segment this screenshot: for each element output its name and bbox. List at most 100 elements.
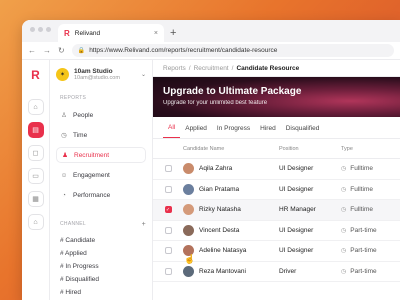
workspace-avatar: ✶ — [56, 68, 69, 81]
add-channel-icon[interactable]: + — [142, 221, 146, 228]
education-icon[interactable]: ⌂ — [27, 214, 44, 230]
page-title: Candidate Resource — [236, 64, 300, 72]
tab-title: Relivand — [74, 29, 101, 37]
candidate-name: Reza Mantovani — [199, 267, 246, 275]
row-checkbox[interactable]: ✓ — [164, 206, 172, 214]
table-row[interactable]: Gian Pratama UI Designer ◷ Fulltime — [153, 180, 400, 200]
row-checkbox-cell — [153, 165, 183, 173]
candidate-type: Fulltime — [350, 185, 374, 193]
candidate-type: Part-time — [350, 247, 377, 255]
candidate-type-cell: ◷ Fulltime — [341, 186, 400, 193]
app-body: R ⌂ ▤ ◻ ▭ ▦ ⌂ ✶ 10am Studio 10am@studio.… — [22, 60, 400, 300]
row-checkbox[interactable] — [164, 226, 172, 234]
channel-item[interactable]: # In Progress — [56, 260, 146, 273]
sidebar-item-recruitment[interactable]: ♟ Recruitment — [56, 147, 146, 163]
tab-applied[interactable]: Applied — [180, 125, 212, 138]
channel-list: # Candidate # Applied # In Progress # Disqu… — [56, 234, 146, 299]
candidate-type: Part-time — [350, 267, 377, 275]
folder-icon[interactable]: ▭ — [27, 168, 44, 184]
home-icon[interactable]: ⌂ — [27, 99, 44, 115]
calendar-icon[interactable]: ▦ — [27, 191, 44, 207]
candidate-name-cell: Adeline Natasya — [183, 245, 279, 257]
url-text: https://www.Relivand.com/reports/recruit… — [89, 47, 278, 54]
tab-all[interactable]: All — [163, 124, 181, 138]
header-candidate-name[interactable]: Candidate Name — [183, 146, 279, 152]
back-arrow-icon[interactable]: ← — [28, 46, 36, 55]
candidate-type-cell: ◷ Part-time — [341, 268, 400, 275]
row-checkbox-cell — [153, 267, 183, 275]
table-header: Candidate Name Position Type — [153, 139, 400, 159]
candidate-name-cell: Reza Mantovani — [183, 265, 279, 277]
sidebar-item-people[interactable]: ♙ People — [56, 107, 146, 123]
avatar — [183, 265, 194, 277]
channel-section-header: CHANNEL + — [60, 221, 146, 228]
reload-icon[interactable]: ↻ — [58, 46, 65, 55]
browser-tabbar: R Relivand × + — [22, 20, 400, 42]
close-window-dot[interactable] — [30, 27, 35, 32]
breadcrumb-separator: / — [231, 64, 234, 72]
clock-icon: ◷ — [341, 166, 347, 173]
row-checkbox[interactable] — [164, 165, 172, 173]
candidate-name: Aqila Zahra — [199, 165, 233, 173]
sidebar-menu: ♙ People ◷ Time ♟ Recruitment ☺ Engagement ◔ Perf… — [56, 107, 146, 203]
sidebar-item-engagement[interactable]: ☺ Engagement — [56, 167, 146, 183]
candidate-position: UI Designer — [279, 185, 314, 193]
candidate-type-cell: ◷ Fulltime — [341, 206, 400, 213]
channel-item[interactable]: # Hired — [56, 286, 146, 299]
workspace-switcher[interactable]: ✶ 10am Studio 10am@studio.com ⌄ — [56, 68, 146, 81]
candidate-type: Fulltime — [350, 206, 374, 214]
brand-logo-icon[interactable]: R — [31, 68, 40, 82]
candidate-type: Fulltime — [350, 165, 374, 173]
clock-icon: ◷ — [341, 186, 347, 193]
sidebar: ✶ 10am Studio 10am@studio.com ⌄ REPORTS … — [50, 60, 153, 300]
sidebar-item-performance[interactable]: ◔ Performance — [56, 187, 146, 203]
tab-close-icon[interactable]: × — [154, 30, 158, 37]
sidebar-item-time[interactable]: ◷ Time — [56, 127, 146, 143]
channel-item[interactable]: # Applied — [56, 247, 146, 260]
row-checkbox-cell — [153, 247, 183, 255]
channel-item[interactable]: # Disqualified — [56, 273, 146, 286]
tab-in-progress[interactable]: In Progress — [212, 125, 255, 138]
row-checkbox[interactable] — [164, 247, 172, 255]
tab-disqualified[interactable]: Disqualified — [281, 125, 325, 138]
row-checkbox[interactable] — [164, 267, 172, 275]
table-row[interactable]: Vincent Desta UI Designer ◷ Part-time — [153, 221, 400, 241]
sidebar-item-label: Recruitment — [74, 151, 110, 159]
avatar — [183, 183, 194, 195]
tab-hired[interactable]: Hired — [255, 125, 281, 138]
table-row[interactable]: Aqila Zahra UI Designer ◷ Fulltime — [153, 159, 400, 180]
lock-icon: 🔒 — [77, 48, 86, 54]
table-row[interactable]: ✓ Rizky Natasha HR Manager ◷ Fulltime — [153, 200, 400, 221]
workspace-info: 10am Studio 10am@studio.com — [74, 68, 120, 81]
candidate-position: UI Designer — [279, 247, 314, 255]
new-tab-button[interactable]: + — [170, 24, 176, 42]
header-type[interactable]: Type — [341, 146, 400, 152]
candidate-name-cell: Vincent Desta — [183, 224, 279, 236]
chat-icon[interactable]: ◻ — [27, 145, 44, 161]
workspace-email: 10am@studio.com — [74, 75, 120, 81]
forward-arrow-icon[interactable]: → — [43, 46, 51, 55]
maximize-window-dot[interactable] — [46, 27, 51, 32]
candidate-name: Rizky Natasha — [199, 206, 241, 214]
candidate-name-cell: Aqila Zahra — [183, 163, 279, 175]
row-checkbox[interactable] — [164, 185, 172, 193]
candidate-name-cell: Gian Pratama — [183, 183, 279, 195]
candidate-position: HR Manager — [279, 206, 316, 214]
breadcrumb-reports[interactable]: Reports — [163, 65, 186, 72]
breadcrumb-recruitment[interactable]: Recruitment — [194, 65, 229, 72]
performance-icon: ◔ — [62, 191, 66, 199]
icon-rail: R ⌂ ▤ ◻ ▭ ▦ ⌂ — [22, 60, 50, 300]
minimize-window-dot[interactable] — [38, 27, 43, 32]
candidate-position: Driver — [279, 267, 297, 275]
browser-tab[interactable]: R Relivand × — [58, 24, 164, 42]
candidate-type-cell: ◷ Fulltime — [341, 165, 400, 172]
browser-window: R Relivand × + ← → ↻ 🔒 https://www.Reliv… — [22, 20, 400, 300]
url-field[interactable]: 🔒 https://www.Relivand.com/reports/recru… — [71, 44, 394, 57]
row-checkbox-cell: ✓ — [153, 206, 183, 214]
clock-icon: ◷ — [341, 248, 347, 255]
channel-item[interactable]: # Candidate — [56, 234, 146, 247]
upgrade-banner[interactable]: Upgrade to Ultimate Package Upgrade for … — [153, 77, 400, 117]
header-position[interactable]: Position — [279, 146, 341, 152]
candidate-name: Vincent Desta — [199, 226, 240, 234]
reports-icon[interactable]: ▤ — [27, 122, 44, 138]
